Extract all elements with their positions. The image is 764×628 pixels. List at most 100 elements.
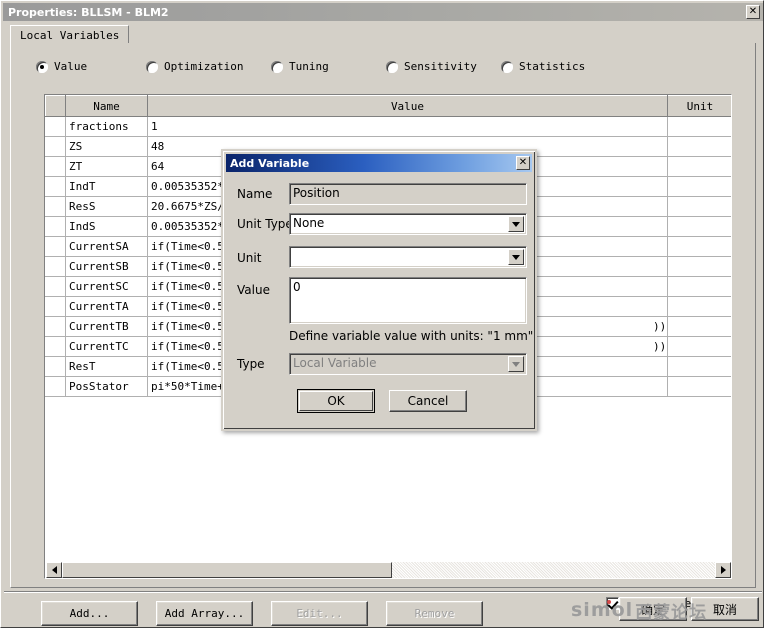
chevron-left-icon <box>51 566 57 574</box>
edit-button[interactable]: Edit... <box>271 601 368 626</box>
value-textarea[interactable]: 0 <box>289 277 527 324</box>
row-selector-cell[interactable] <box>45 276 66 297</box>
cell-value-text: if(Time<0.5 <box>151 340 224 353</box>
radio-tuning[interactable]: Tuning <box>271 60 329 73</box>
row-selector-cell[interactable] <box>45 376 66 397</box>
cell-value-text: if(Time<0.5 <box>151 260 224 273</box>
cell-unit[interactable] <box>667 216 731 237</box>
cell-value-text: 1 <box>151 120 158 133</box>
cell-unit[interactable] <box>667 376 731 397</box>
cell-name[interactable]: CurrentTC <box>65 336 148 357</box>
cell-name[interactable]: PosStator <box>65 376 148 397</box>
radio-sensitivity[interactable]: Sensitivity <box>386 60 477 73</box>
row-selector-cell[interactable] <box>45 256 66 277</box>
row-selector-cell[interactable] <box>45 296 66 317</box>
cell-name[interactable]: CurrentSA <box>65 236 148 257</box>
radio-statistics[interactable]: Statistics <box>501 60 585 73</box>
column-header-value[interactable]: Value <box>147 95 668 117</box>
row-selector-cell[interactable] <box>45 196 66 217</box>
cell-value-text: 48 <box>151 140 165 153</box>
cell-unit[interactable] <box>667 276 731 297</box>
column-header-select[interactable] <box>45 95 66 117</box>
row-selector-cell[interactable] <box>45 336 66 357</box>
cell-name[interactable]: CurrentSB <box>65 256 148 277</box>
dialog-close-icon[interactable]: ✕ <box>516 156 530 170</box>
column-header-name[interactable]: Name <box>65 95 148 117</box>
confirm-button[interactable]: 确定 <box>619 597 687 621</box>
cell-unit[interactable] <box>667 196 731 217</box>
cell-name[interactable]: ZS <box>65 136 148 157</box>
scrollbar-thumb[interactable] <box>62 562 392 578</box>
table-row[interactable]: fractions 1 <box>45 116 731 137</box>
cell-value-text: if(Time<0.5 <box>151 320 224 333</box>
value-label: Value <box>237 283 270 297</box>
cell-name[interactable]: IndT <box>65 176 148 197</box>
cell-unit[interactable] <box>667 116 731 137</box>
cell-value-text: if(Time<0.5 <box>151 280 224 293</box>
radio-dot-icon <box>271 60 283 73</box>
row-selector-cell[interactable] <box>45 236 66 257</box>
cell-unit[interactable] <box>667 356 731 377</box>
unit-type-combobox[interactable]: None <box>289 213 527 235</box>
tab-local-variables[interactable]: Local Variables <box>10 25 130 44</box>
row-selector-cell[interactable] <box>45 116 66 137</box>
unit-type-label: Unit Type <box>237 217 293 231</box>
remove-button[interactable]: Remove <box>386 601 483 626</box>
cell-unit[interactable] <box>667 256 731 277</box>
cell-unit[interactable] <box>667 296 731 317</box>
value-hint-text: Define variable value with units: "1 mm" <box>289 329 534 343</box>
cell-value-overflow: )) <box>653 340 667 353</box>
row-selector-cell[interactable] <box>45 156 66 177</box>
unit-type-value: None <box>293 216 325 230</box>
chevron-down-icon <box>508 356 524 372</box>
radio-value[interactable]: Value <box>36 60 87 73</box>
cell-name[interactable]: CurrentTB <box>65 316 148 337</box>
type-label: Type <box>237 357 265 371</box>
cell-name[interactable]: ResS <box>65 196 148 217</box>
cell-unit[interactable] <box>667 336 731 357</box>
scrollbar-track[interactable] <box>62 562 715 578</box>
scroll-left-button[interactable] <box>46 562 62 578</box>
cell-name[interactable]: CurrentTA <box>65 296 148 317</box>
type-combobox: Local Variable <box>289 353 527 375</box>
row-selector-cell[interactable] <box>45 136 66 157</box>
cell-name[interactable]: ZT <box>65 156 148 177</box>
add-button[interactable]: Add... <box>41 601 138 626</box>
row-selector-cell[interactable] <box>45 176 66 197</box>
cell-unit[interactable] <box>667 176 731 197</box>
dialog-ok-button[interactable]: OK <box>297 389 375 413</box>
cell-name[interactable]: IndS <box>65 216 148 237</box>
dialog-titlebar: Add Variable ✕ <box>226 154 532 172</box>
cell-name[interactable]: CurrentSC <box>65 276 148 297</box>
radio-dot-icon <box>386 60 398 73</box>
chevron-down-icon[interactable] <box>508 216 524 232</box>
cell-unit[interactable] <box>667 156 731 177</box>
cell-value-text: 0.00535352*Z <box>151 180 231 193</box>
cell-name[interactable]: ResT <box>65 356 148 377</box>
cancel-button[interactable]: 取消 <box>691 597 759 621</box>
checkbox-check-icon <box>606 597 619 610</box>
cell-value-overflow: )) <box>653 320 667 333</box>
unit-combobox[interactable] <box>289 246 527 268</box>
cell-unit[interactable] <box>667 316 731 337</box>
cell-value-text: 20.6675*ZS/8 <box>151 200 231 213</box>
row-selector-cell[interactable] <box>45 316 66 337</box>
add-array-button[interactable]: Add Array... <box>156 601 253 626</box>
dialog-cancel-button[interactable]: Cancel <box>389 390 467 412</box>
view-mode-radio-group: Value Optimization Tuning Sensitivity St… <box>36 60 736 80</box>
chevron-down-icon[interactable] <box>508 249 524 265</box>
cell-value-text: 0.00535352*Z <box>151 220 231 233</box>
cell-unit[interactable] <box>667 236 731 257</box>
row-selector-cell[interactable] <box>45 216 66 237</box>
window-title: Properties: BLLSM - BLM2 <box>8 5 169 19</box>
horizontal-scrollbar[interactable] <box>46 562 731 578</box>
radio-optimization[interactable]: Optimization <box>146 60 243 73</box>
scroll-right-button[interactable] <box>715 562 731 578</box>
cell-unit[interactable] <box>667 136 731 157</box>
close-icon[interactable]: ✕ <box>746 5 760 19</box>
cell-name[interactable]: fractions <box>65 116 148 137</box>
column-header-unit[interactable]: Unit <box>667 95 731 117</box>
row-selector-cell[interactable] <box>45 356 66 377</box>
cell-value[interactable]: 1 <box>147 116 668 137</box>
name-field[interactable]: Position <box>289 183 527 205</box>
